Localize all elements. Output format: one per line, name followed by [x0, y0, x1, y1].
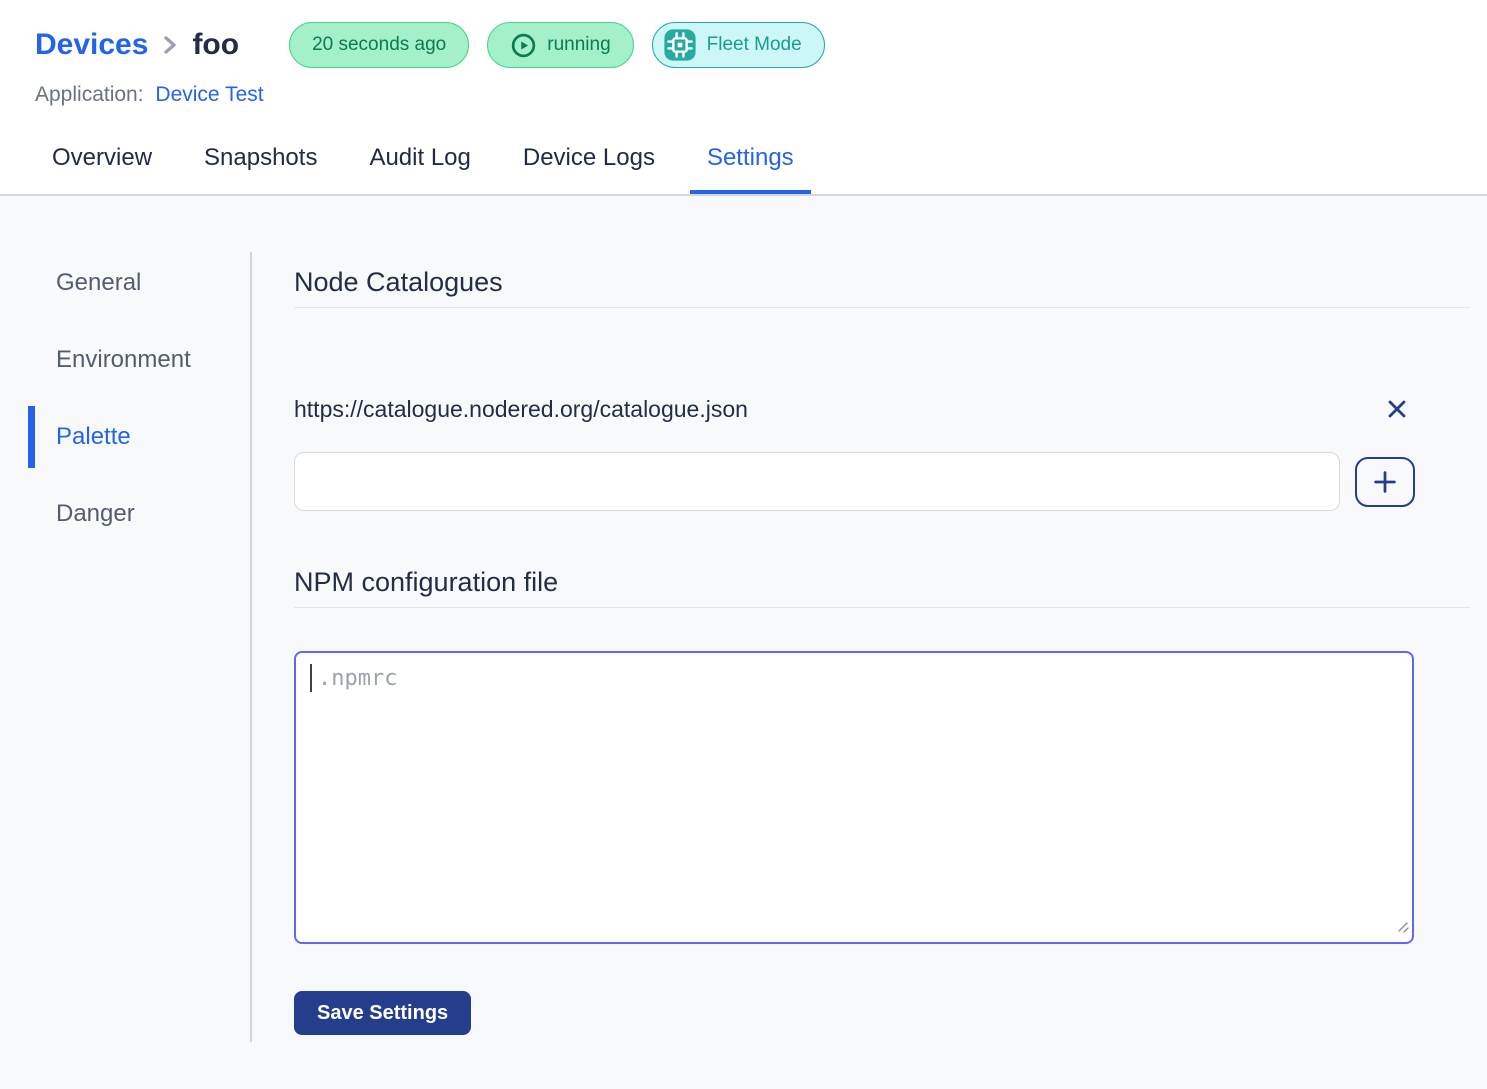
application-row: Application: Device Test	[35, 83, 1452, 107]
tab-snapshots[interactable]: Snapshots	[187, 144, 334, 194]
npm-config-heading: NPM configuration file	[294, 567, 1470, 608]
application-label: Application:	[35, 83, 144, 106]
breadcrumb-current-device: foo	[192, 28, 239, 62]
settings-content: General Environment Palette Danger Node …	[0, 196, 1487, 1070]
page-header: Devices foo 20 seconds ago running	[0, 0, 1487, 196]
fleet-mode-badge: Fleet Mode	[652, 22, 825, 68]
sidebar-item-general[interactable]: General	[28, 252, 250, 314]
settings-sidebar: General Environment Palette Danger	[0, 252, 250, 1070]
chevron-right-icon	[160, 33, 180, 57]
sidebar-item-environment[interactable]: Environment	[28, 329, 250, 391]
status-badge-label: running	[547, 34, 610, 56]
tab-audit-log[interactable]: Audit Log	[352, 144, 487, 194]
breadcrumb-devices-link[interactable]: Devices	[35, 28, 148, 62]
last-seen-badge: 20 seconds ago	[289, 22, 469, 68]
new-catalogue-input[interactable]	[294, 452, 1340, 511]
palette-settings-panel: Node Catalogues https://catalogue.nodere…	[294, 252, 1470, 1070]
application-link[interactable]: Device Test	[155, 83, 263, 106]
breadcrumb: Devices foo	[35, 28, 239, 62]
sidebar-item-danger[interactable]: Danger	[28, 483, 250, 545]
npm-config-textarea[interactable]	[294, 651, 1414, 944]
sidebar-item-palette[interactable]: Palette	[28, 406, 250, 468]
cpu-chip-icon	[663, 28, 697, 62]
fleet-mode-badge-label: Fleet Mode	[707, 34, 802, 56]
npm-config-textarea-wrap	[294, 651, 1414, 944]
device-badges: 20 seconds ago running	[289, 22, 825, 68]
plus-icon	[1370, 467, 1400, 497]
catalogue-url: https://catalogue.nodered.org/catalogue.…	[294, 396, 748, 423]
tab-device-logs[interactable]: Device Logs	[506, 144, 672, 194]
x-icon	[1383, 395, 1411, 423]
add-catalogue-button[interactable]	[1355, 457, 1415, 507]
tab-overview[interactable]: Overview	[35, 144, 169, 194]
breadcrumb-row: Devices foo 20 seconds ago running	[35, 22, 1452, 68]
catalogue-entry-row: https://catalogue.nodered.org/catalogue.…	[294, 392, 1414, 426]
play-circle-icon	[510, 32, 537, 59]
tab-settings[interactable]: Settings	[690, 144, 811, 194]
device-tabs: Overview Snapshots Audit Log Device Logs…	[35, 144, 1452, 194]
add-catalogue-row	[294, 452, 1470, 511]
node-catalogues-heading: Node Catalogues	[294, 267, 1470, 308]
sidebar-divider	[250, 252, 252, 1042]
save-settings-button[interactable]: Save Settings	[294, 991, 471, 1035]
remove-catalogue-button[interactable]	[1380, 392, 1414, 426]
status-badge: running	[487, 22, 633, 68]
